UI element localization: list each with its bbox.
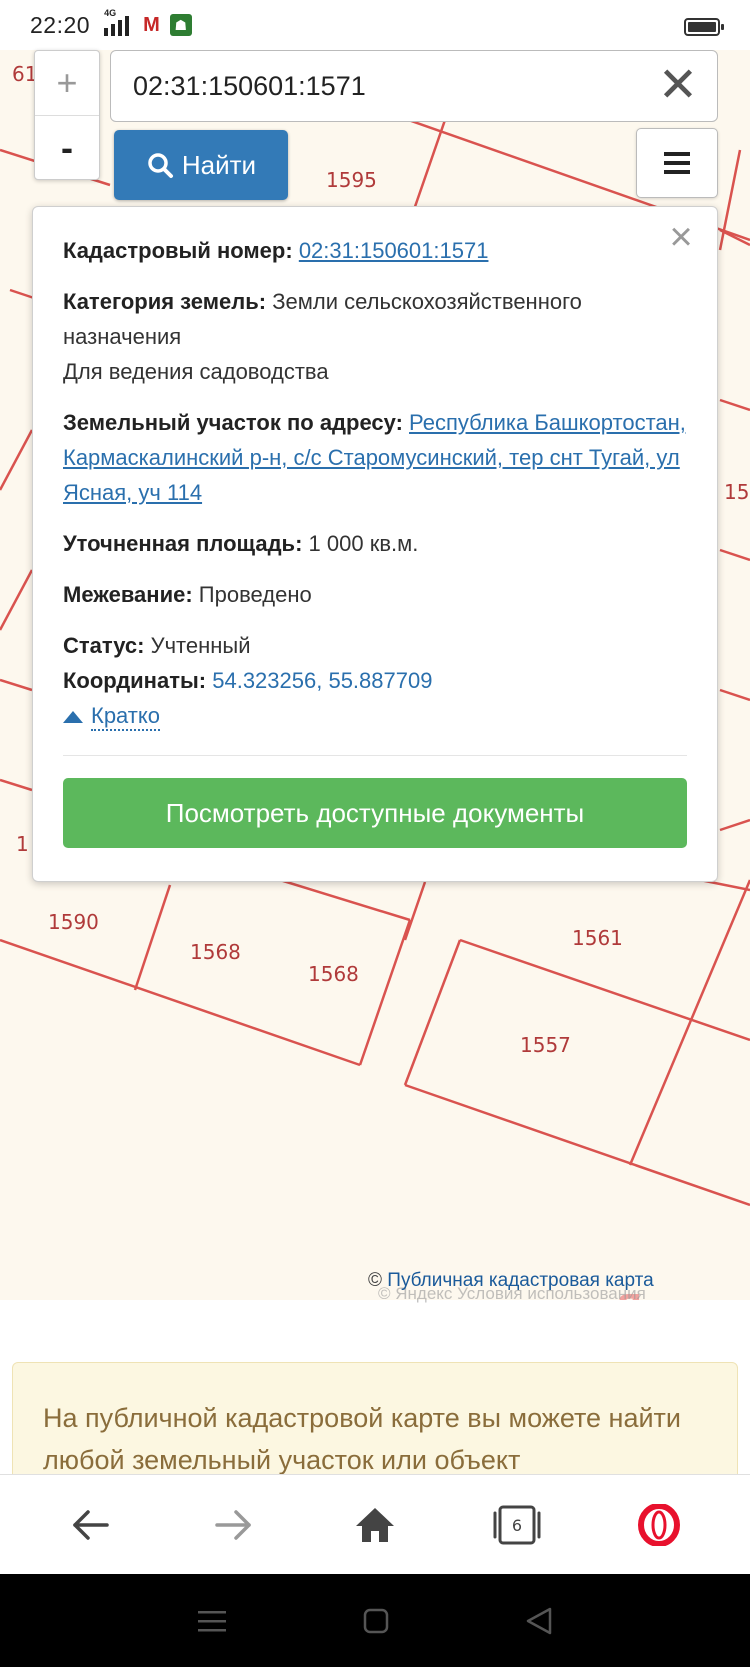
tabs-button[interactable]: 6 (477, 1485, 557, 1565)
browser-toolbar: 6 (0, 1474, 750, 1574)
survey-label: Межевание: (63, 582, 193, 607)
cadastral-number-label: Кадастровый номер: (63, 238, 293, 263)
tabs-count: 6 (512, 1516, 522, 1535)
gmail-icon: M (143, 13, 160, 36)
parcel-label: 1595 (326, 168, 377, 192)
parcel-label: 1 (16, 832, 29, 856)
caret-up-icon (63, 711, 83, 723)
parcel-label: 1557 (520, 1033, 571, 1057)
land-category-label: Категория земель: (63, 289, 267, 314)
clear-search-button[interactable]: ✕ (655, 62, 701, 110)
coordinates-label: Координаты: (63, 668, 207, 693)
arrow-left-icon (73, 1509, 109, 1540)
parcel-label: 15 (724, 480, 750, 504)
survey-row: Межевание: Проведено (63, 577, 687, 612)
back-nav-icon[interactable] (526, 1607, 552, 1635)
menu-button[interactable] (636, 128, 718, 198)
cadastral-number-link[interactable]: 02:31:150601:1571 (299, 238, 489, 263)
land-category-row: Категория земель: Земли сельскохозяйстве… (63, 284, 687, 389)
view-documents-button[interactable]: Посмотреть доступные документы (63, 778, 687, 848)
brief-toggle[interactable]: Кратко (63, 703, 160, 731)
network-type: 4G (104, 8, 117, 18)
zoom-out-button[interactable]: - (35, 115, 99, 179)
system-navigation-bar (0, 1574, 750, 1667)
map-attribution: © Публичная кадастровая карта (368, 1270, 654, 1292)
search-input[interactable]: 02:31:150601:1571 ✕ (110, 50, 718, 122)
find-button-label: Найти (181, 149, 257, 180)
coordinates-row: Координаты: 54.323256, 55.887709 (63, 663, 687, 698)
area-label: Уточненная площадь: (63, 531, 303, 556)
address-row: Земельный участок по адресу: Республика … (63, 405, 687, 510)
land-usage-value: Для ведения садоводства (63, 359, 329, 384)
parcel-label: 1568 (190, 940, 241, 964)
parcel-info-popup: × Кадастровый номер: 02:31:150601:1571 К… (32, 206, 718, 882)
status-bar: 22:20 4G M ☗ (0, 0, 750, 50)
search-icon (148, 153, 173, 178)
parcel-label: 1568 (308, 962, 359, 986)
home-nav-icon[interactable] (363, 1608, 389, 1634)
hamburger-menu-icon (664, 152, 690, 174)
popup-divider (63, 755, 687, 756)
zoom-in-button[interactable]: + (35, 51, 99, 115)
survey-value: Проведено (198, 582, 312, 607)
brief-toggle-label: Кратко (91, 703, 160, 731)
app-notification-icon: ☗ (169, 14, 192, 36)
status-value: Учтенный (150, 633, 251, 658)
recent-apps-icon[interactable] (198, 1609, 227, 1633)
find-button[interactable]: Найти (114, 130, 288, 200)
search-input-value: 02:31:150601:1571 (133, 70, 366, 101)
copyright-sign: © (368, 1270, 382, 1291)
opera-menu-button[interactable] (619, 1485, 699, 1565)
status-time: 22:20 (30, 11, 91, 38)
cadastral-map-link[interactable]: Публичная кадастровая карта (387, 1270, 653, 1291)
home-button[interactable] (335, 1485, 415, 1565)
home-icon (356, 1507, 394, 1542)
battery-icon (684, 18, 724, 36)
signal-icon: 4G (104, 8, 130, 36)
cadastral-number-row: Кадастровый номер: 02:31:150601:1571 (63, 233, 687, 268)
area-value: 1 000 кв.м. (308, 531, 419, 556)
opera-logo-icon (638, 1503, 680, 1546)
tabs-icon: 6 (493, 1505, 541, 1544)
zoom-controls: + - (34, 50, 100, 180)
arrow-right-icon (215, 1509, 251, 1540)
close-popup-button[interactable]: × (661, 217, 701, 257)
forward-button[interactable] (193, 1485, 273, 1565)
info-banner-text: На публичной кадастровой карте вы можете… (43, 1403, 682, 1475)
area-row: Уточненная площадь: 1 000 кв.м. (63, 526, 687, 561)
status-row: Статус: Учтенный (63, 628, 687, 663)
coordinates-value: 54.323256, 55.887709 (212, 668, 433, 693)
parcel-label: 1561 (572, 926, 623, 950)
back-button[interactable] (51, 1485, 131, 1565)
address-label: Земельный участок по адресу: (63, 410, 403, 435)
status-label: Статус: (63, 633, 145, 658)
parcel-label: 1590 (48, 910, 99, 934)
